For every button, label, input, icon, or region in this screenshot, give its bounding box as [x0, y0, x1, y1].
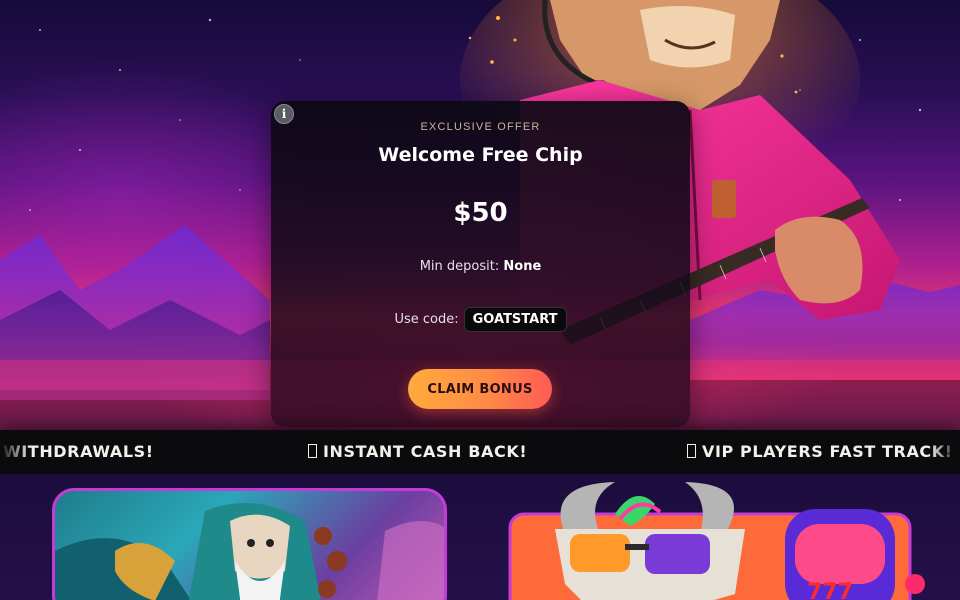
marquee-item: VIP PLAYERS FAST TRACK! [687, 442, 953, 461]
offer-card: i EXCLUSIVE OFFER Welcome Free Chip $50 … [271, 101, 690, 427]
marquee-text: VIP PLAYERS FAST TRACK! [702, 442, 953, 461]
marquee-fade-right [930, 430, 960, 474]
offer-title: Welcome Free Chip [378, 144, 583, 166]
wizard-character-illustration [55, 503, 444, 600]
promo-code-row: Use code: GOATSTART [271, 307, 690, 332]
promo-marquee: WITHDRAWALS! INSTANT CASH BACK! VIP PLAY… [0, 430, 960, 474]
missing-glyph-icon [687, 444, 696, 458]
min-deposit: Min deposit: None [271, 259, 690, 274]
games-section: 777 [0, 474, 960, 600]
claim-bonus-button[interactable]: CLAIM BONUS [408, 369, 552, 409]
offer-eyebrow: EXCLUSIVE OFFER [420, 121, 541, 133]
marquee-text: INSTANT CASH BACK! [323, 442, 528, 461]
game-card-wizard[interactable] [52, 488, 447, 600]
promo-code-label: Use code: [394, 312, 459, 327]
promo-code-chip[interactable]: GOATSTART [463, 307, 567, 332]
svg-text:777: 777 [807, 580, 853, 600]
marquee-item: INSTANT CASH BACK! [308, 442, 527, 461]
marquee-fade-left [0, 430, 30, 474]
goat-slot-machine-illustration: 777 [508, 482, 925, 600]
min-deposit-value: None [503, 259, 542, 274]
game-card-goat-slots[interactable]: 777 [505, 474, 925, 600]
min-deposit-label: Min deposit: [419, 259, 500, 274]
offer-amount: $50 [453, 198, 508, 228]
missing-glyph-icon [308, 444, 317, 458]
